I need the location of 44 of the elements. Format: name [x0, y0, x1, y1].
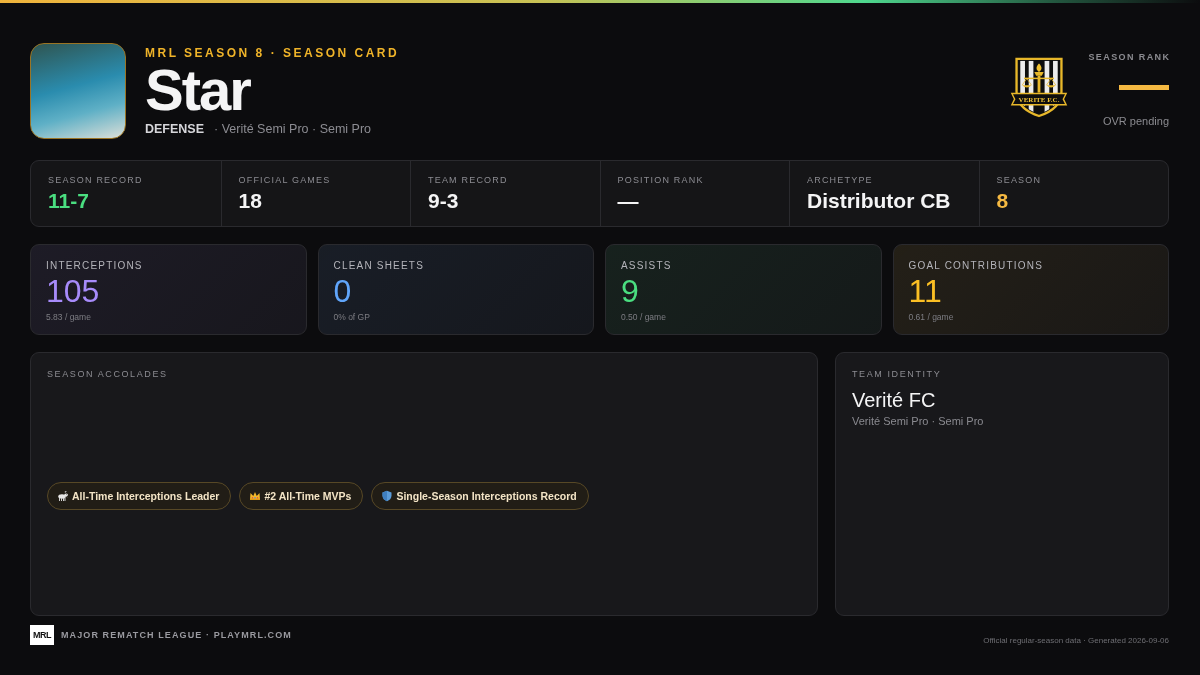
team-detail: Verité Semi Pro · Semi Pro — [852, 415, 985, 428]
stat-value: 9-3 — [428, 189, 460, 213]
stat-value: 11-7 — [48, 189, 90, 213]
accolade-badge: #2 All-Time MVPs — [239, 481, 364, 510]
stat-label: SEASON — [996, 175, 1043, 186]
accolade-badge: Single-Season Interceptions Record — [371, 481, 589, 510]
stat-detail: 5.83 / game — [46, 312, 92, 322]
position-label: DEFENSE — [145, 122, 205, 136]
stat-detail: 0.61 / game — [908, 312, 955, 322]
team-name: Verité FC — [852, 388, 937, 412]
stat-label: OFFICIAL GAMES — [238, 175, 332, 186]
stat-detail: 0.50 / game — [621, 312, 667, 322]
shield-icon — [381, 489, 394, 502]
accolade-badge: All-Time Interceptions Leader — [47, 481, 232, 510]
stat-label: INTERCEPTIONS — [46, 260, 144, 272]
stat-value: 0 — [333, 274, 353, 308]
stat-value: 9 — [621, 274, 640, 308]
league-logo: MRL — [30, 625, 54, 645]
stat-value: 18 — [238, 189, 263, 213]
player-name: Star — [145, 61, 252, 119]
stat-label: ASSISTS — [621, 260, 673, 272]
crest-icon — [1011, 57, 1068, 118]
goat-icon — [57, 489, 69, 502]
league-label: MAJOR REMATCH LEAGUE · PLAYMRL.COM — [61, 630, 292, 640]
stat-label: POSITION RANK — [617, 175, 705, 186]
stat-value: 105 — [46, 274, 101, 308]
panel-title: SEASON ACCOLADES — [47, 369, 169, 380]
stat-label: CLEAN SHEETS — [333, 260, 426, 272]
rank-note: OVR pending — [1102, 115, 1169, 128]
stat-label: ARCHETYPE — [807, 175, 874, 186]
stat-label: TEAM RECORD — [428, 175, 509, 186]
stat-value: 11 — [908, 274, 943, 308]
stat-value: — — [617, 189, 640, 213]
stat-value: 8 — [996, 189, 1010, 213]
footer-note: Official regular-season data · Generated 2026-09-06 — [983, 635, 1169, 645]
stat-label: GOAL CONTRIBUTIONS — [908, 260, 1045, 272]
stat-label: SEASON RECORD — [48, 175, 144, 186]
rank-value: — — [1119, 69, 1169, 99]
panel-title: TEAM IDENTITY — [852, 369, 943, 380]
rank-label: SEASON RANK — [1088, 52, 1171, 63]
stat-detail: 0% of GP — [333, 312, 371, 322]
eyebrow-label: MRL SEASON 8 · SEASON CARD — [145, 46, 400, 60]
team-line: · Verité Semi Pro · Semi Pro — [214, 122, 372, 136]
stat-value: Distributor CB — [807, 189, 952, 213]
